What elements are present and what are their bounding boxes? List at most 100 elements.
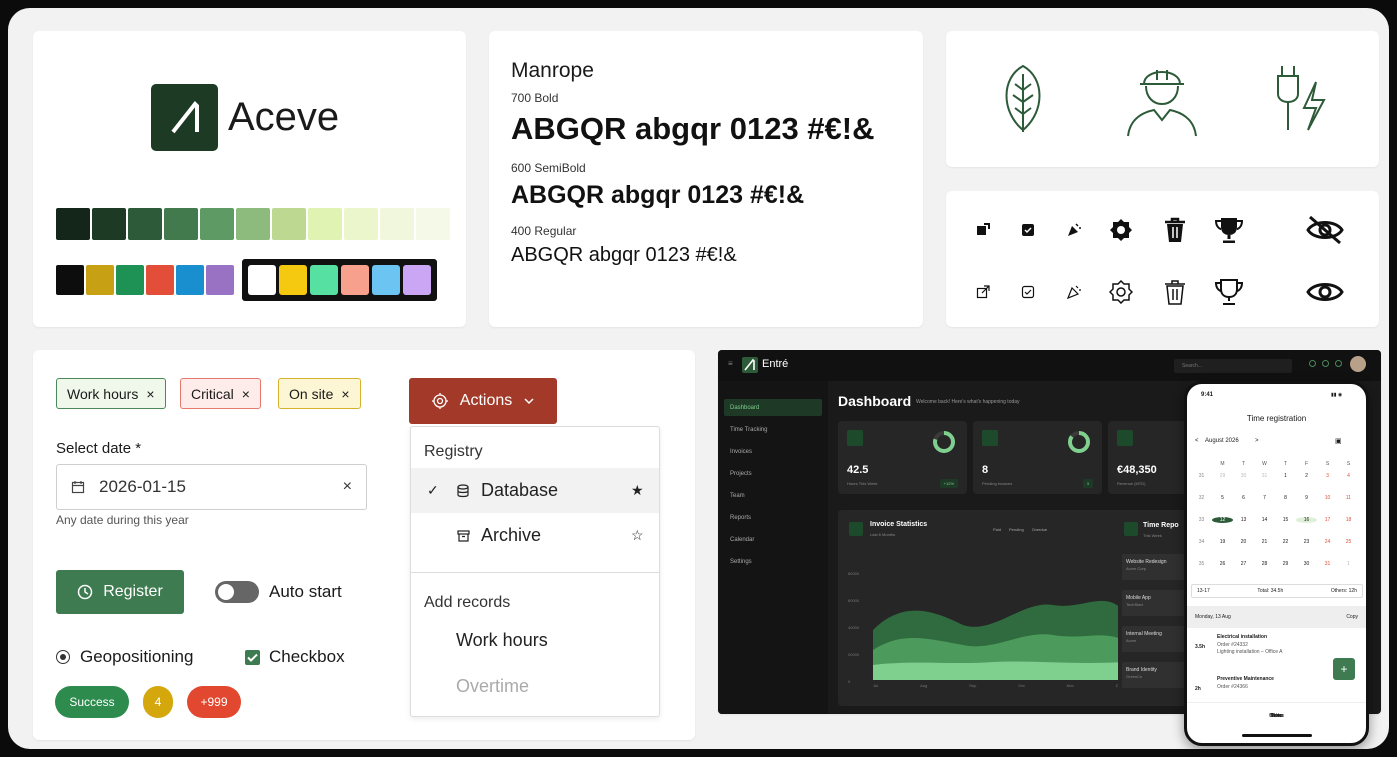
close-icon[interactable]: × xyxy=(146,386,154,402)
calendar-day[interactable]: 10 xyxy=(1317,495,1338,501)
dash-search[interactable]: Search... xyxy=(1174,359,1292,373)
calendar-day[interactable]: 19 xyxy=(1212,539,1233,545)
calendar-day[interactable]: 31 xyxy=(1317,561,1338,567)
invoice-area-chart xyxy=(873,600,1123,680)
calendar-day[interactable]: 21 xyxy=(1254,539,1275,545)
calendar-day[interactable]: 26 xyxy=(1212,561,1233,567)
date-value: 2026-01-15 xyxy=(99,477,186,496)
menu-icon[interactable]: ≡ xyxy=(728,359,733,368)
clear-icon[interactable]: × xyxy=(343,478,352,496)
calendar-day[interactable]: 5 xyxy=(1212,495,1233,501)
calendar-day[interactable]: 31 xyxy=(1254,473,1275,479)
tab-more[interactable]: More xyxy=(1271,713,1282,719)
status-icon[interactable] xyxy=(1309,360,1316,367)
nav-projects[interactable]: Projects xyxy=(724,465,822,482)
calendar-day[interactable]: 7 xyxy=(1254,495,1275,501)
calendar-day[interactable]: 22 xyxy=(1275,539,1296,545)
color-swatch xyxy=(116,265,144,295)
calendar-day[interactable]: 1 xyxy=(1338,561,1359,567)
light-swatch-group xyxy=(242,259,437,301)
calendar-day[interactable]: 23 xyxy=(1296,539,1317,545)
menu-item-label: Database xyxy=(481,480,559,500)
calendar-day[interactable]: 18 xyxy=(1338,517,1359,523)
calendar-day[interactable]: 1 xyxy=(1275,473,1296,479)
menu-item-overtime[interactable]: Overtime xyxy=(411,664,659,709)
bell-icon[interactable] xyxy=(1322,360,1329,367)
chip-critical[interactable]: Critical × xyxy=(180,378,261,409)
calendar-day[interactable]: 4 xyxy=(1338,473,1359,479)
color-swatch xyxy=(164,208,198,240)
calendar-day[interactable]: 25 xyxy=(1338,539,1359,545)
auto-start-toggle[interactable] xyxy=(215,581,259,603)
menu-item-archive[interactable]: Archive ☆ xyxy=(411,513,659,558)
settings-icon[interactable] xyxy=(1335,360,1342,367)
star-outline-icon[interactable]: ☆ xyxy=(631,527,644,544)
calendar-day[interactable]: 27 xyxy=(1233,561,1254,567)
calendar-day[interactable]: 30 xyxy=(1233,473,1254,479)
calendar-day[interactable]: 20 xyxy=(1233,539,1254,545)
chip-on-site[interactable]: On site × xyxy=(278,378,361,409)
chip-work-hours[interactable]: Work hours × xyxy=(56,378,166,409)
external-link-filled-icon xyxy=(977,223,990,235)
chart-title: Invoice Statistics xyxy=(870,521,928,528)
calendar-day[interactable]: 28 xyxy=(1254,561,1275,567)
y-tick: 0 xyxy=(848,679,851,684)
calendar-day[interactable]: 29 xyxy=(1275,561,1296,567)
dash-welcome: Welcome back! Here's what's happening to… xyxy=(916,399,1020,405)
radio-dot xyxy=(59,653,66,660)
entry-title: Preventive Maintenance xyxy=(1217,676,1274,682)
calendar-day[interactable]: 16 xyxy=(1296,517,1317,523)
showcase-frame: Aceve Manrope 700 Bold ABGQR abgqr 0123 … xyxy=(8,8,1389,749)
chevron-right-icon[interactable]: > xyxy=(1255,438,1259,444)
copy-button[interactable]: Copy xyxy=(1346,614,1358,620)
nav-team[interactable]: Team xyxy=(724,487,822,504)
close-icon[interactable]: × xyxy=(242,386,250,402)
nav-settings[interactable]: Settings xyxy=(724,553,822,570)
register-button[interactable]: Register xyxy=(56,570,184,614)
calendar-day[interactable]: 3 xyxy=(1317,473,1338,479)
settings-filled-icon xyxy=(1110,219,1132,241)
calendar-day[interactable]: 15 xyxy=(1275,517,1296,523)
color-swatch xyxy=(341,265,369,295)
calendar-day[interactable]: 6 xyxy=(1233,495,1254,501)
weight-label-bold: 700 Bold xyxy=(511,91,559,105)
chart-subtitle: Last 6 Months xyxy=(870,532,896,537)
trophy-filled-icon xyxy=(1214,218,1244,243)
calendar-day[interactable]: 9 xyxy=(1296,495,1317,501)
menu-item-database[interactable]: ✓ Database ★ xyxy=(411,468,659,513)
calendar-icon[interactable]: ▣ xyxy=(1335,437,1342,445)
calendar-day[interactable]: 14 xyxy=(1254,517,1275,523)
kpi-label: Hours This Week xyxy=(847,481,878,486)
calendar-day[interactable]: 13 xyxy=(1233,517,1254,523)
nav-time-tracking[interactable]: Time Tracking xyxy=(724,421,822,438)
nav-calendar[interactable]: Calendar xyxy=(724,531,822,548)
nav-dashboard[interactable]: Dashboard xyxy=(724,399,822,416)
avatar[interactable] xyxy=(1350,356,1366,372)
calendar-day[interactable]: 11 xyxy=(1338,495,1359,501)
actions-button[interactable]: Actions xyxy=(409,378,557,424)
add-entry-button[interactable]: + xyxy=(1333,658,1355,680)
checkmark-icon: ✓ xyxy=(427,482,439,498)
nav-invoices[interactable]: Invoices xyxy=(724,443,822,460)
badge-success: Success xyxy=(55,686,129,718)
calendar-day[interactable]: 30 xyxy=(1296,561,1317,567)
date-field[interactable]: 2026-01-15 × xyxy=(56,464,367,510)
calendar-day[interactable]: 12 xyxy=(1212,517,1233,523)
nav-reports[interactable]: Reports xyxy=(724,509,822,526)
color-swatch xyxy=(248,265,276,295)
color-swatch xyxy=(416,208,450,240)
calendar-day[interactable]: 2 xyxy=(1296,473,1317,479)
checkbox[interactable] xyxy=(245,650,260,665)
radio-geopositioning[interactable] xyxy=(56,650,70,664)
chevron-left-icon[interactable]: < xyxy=(1195,438,1199,444)
phone-title: Time registration xyxy=(1246,414,1307,423)
calendar-day[interactable]: 8 xyxy=(1275,495,1296,501)
calendar-day[interactable]: 24 xyxy=(1317,539,1338,545)
clock-icon xyxy=(847,430,863,446)
star-filled-icon[interactable]: ★ xyxy=(631,482,644,499)
close-icon[interactable]: × xyxy=(341,386,349,402)
calendar-day[interactable]: 29 xyxy=(1212,473,1233,479)
calendar-day[interactable]: 17 xyxy=(1317,517,1338,523)
week-others: Others: 12h xyxy=(1330,588,1357,594)
menu-item-work-hours[interactable]: Work hours xyxy=(411,618,659,663)
